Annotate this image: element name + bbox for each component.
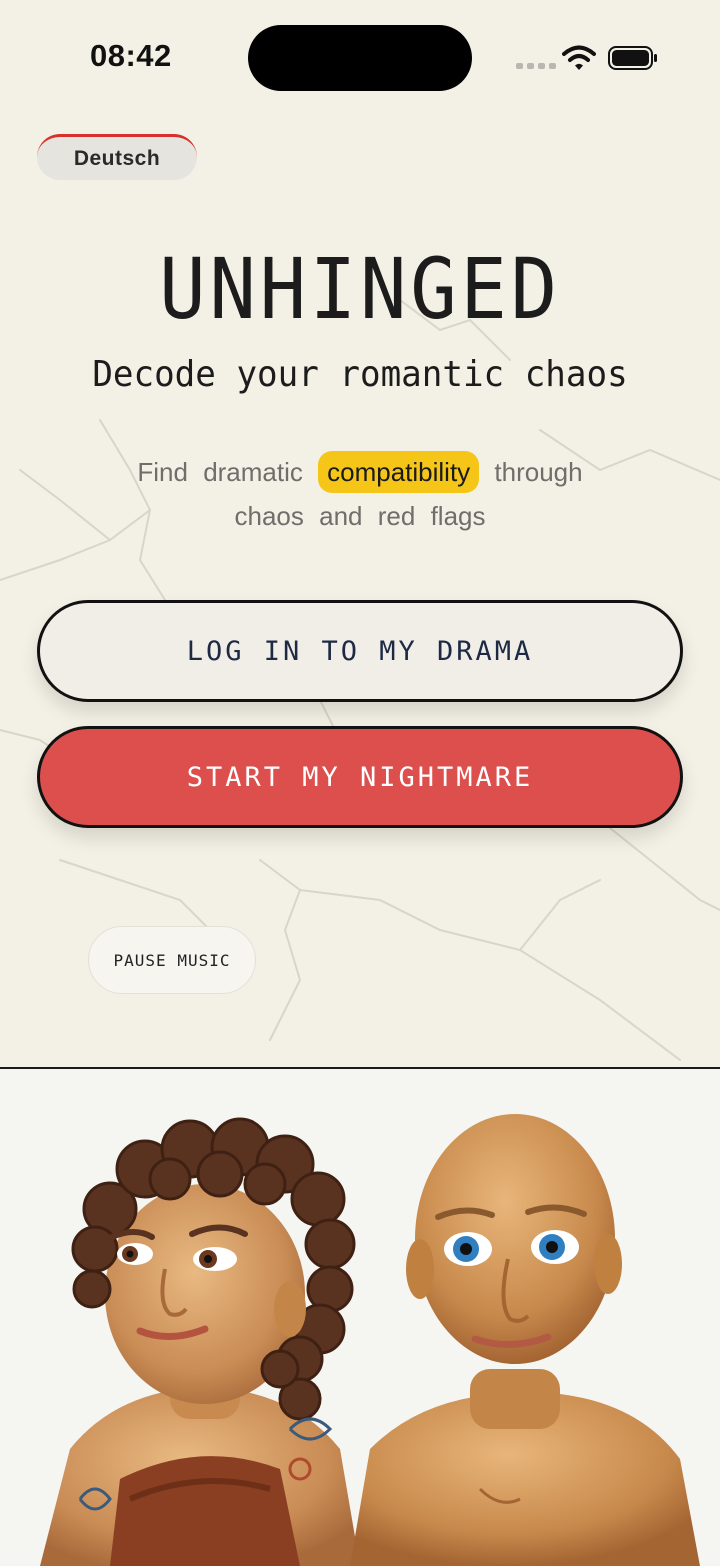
tagline-word: and [319, 501, 363, 531]
clay-couple-illustration [0, 1069, 720, 1566]
app-title: UNHINGED [159, 240, 561, 338]
language-selector-button[interactable]: Deutsch [37, 134, 197, 180]
tagline-word: flags [430, 501, 486, 531]
tagline-word: through [494, 457, 583, 487]
welcome-screen: 08:42 Deutsch UNHINGED Decode your roman… [0, 0, 720, 1566]
wifi-icon [562, 45, 596, 70]
tagline-word: chaos [234, 501, 304, 531]
tagline: Find dramatic compatibility through chao… [60, 450, 660, 538]
status-time: 08:42 [90, 38, 172, 73]
battery-icon [608, 46, 657, 70]
pause-music-button[interactable]: PAUSE MUSIC [88, 926, 256, 994]
tagline-word: red [377, 501, 416, 531]
tagline-word: Find [137, 457, 188, 487]
signup-button[interactable]: START MY NIGHTMARE [37, 726, 683, 828]
tagline-word: dramatic [203, 457, 303, 487]
language-label: Deutsch [73, 146, 161, 170]
login-button[interactable]: LOG IN TO MY DRAMA [37, 600, 683, 702]
cellular-signal-icon [516, 63, 556, 69]
tagline-highlight-word: compatibility [318, 451, 480, 493]
dynamic-island [248, 25, 472, 91]
app-subtitle: Decode your romantic chaos [92, 354, 628, 395]
